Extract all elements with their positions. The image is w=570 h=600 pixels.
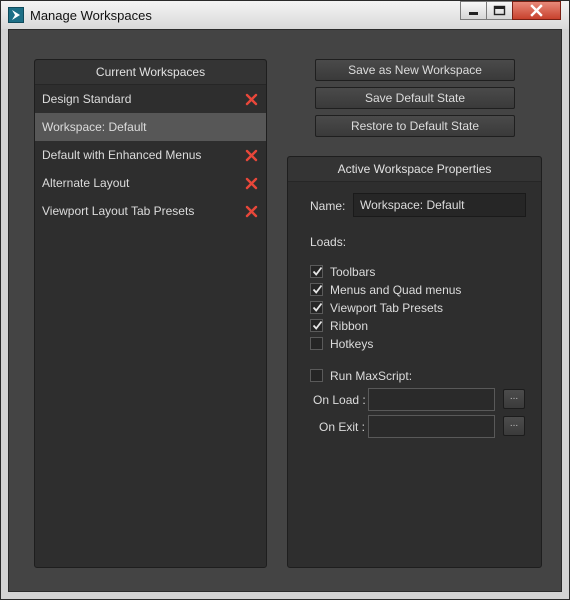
checkmark-icon bbox=[312, 284, 323, 294]
name-label: Name: bbox=[310, 199, 346, 213]
active-workspace-properties-panel: Active Workspace Properties Name: Loads:… bbox=[287, 156, 542, 568]
delete-x-icon[interactable] bbox=[245, 205, 258, 218]
load-option-label: Viewport Tab Presets bbox=[330, 301, 443, 315]
active-workspace-properties-header: Active Workspace Properties bbox=[288, 157, 541, 182]
load-option-checkbox[interactable] bbox=[310, 301, 323, 314]
checkmark-icon bbox=[312, 302, 323, 312]
on-exit-script-input[interactable] bbox=[368, 415, 495, 438]
workspace-list-item[interactable]: Workspace: Default bbox=[35, 113, 266, 141]
workspace-item-label: Alternate Layout bbox=[42, 176, 130, 190]
current-workspaces-panel: Current Workspaces Design Standard Worksp… bbox=[34, 59, 267, 568]
current-workspaces-header: Current Workspaces bbox=[35, 60, 266, 85]
load-option-checkbox[interactable] bbox=[310, 319, 323, 332]
workspace-list-item[interactable]: Alternate Layout bbox=[35, 169, 266, 197]
workspace-item-label: Workspace: Default bbox=[42, 120, 147, 134]
workspace-list-item[interactable]: Viewport Layout Tab Presets bbox=[35, 197, 266, 225]
run-maxscript-checkbox[interactable] bbox=[310, 369, 323, 382]
workspace-list-item[interactable]: Design Standard bbox=[35, 85, 266, 113]
load-option-label: Ribbon bbox=[330, 319, 369, 333]
close-button[interactable] bbox=[512, 1, 561, 20]
run-maxscript-label: Run MaxScript: bbox=[330, 369, 413, 383]
manage-workspaces-window: Manage Workspaces Current Workspaces Des… bbox=[0, 0, 570, 600]
on-load-label: On Load : bbox=[313, 393, 366, 407]
checkmark-icon bbox=[312, 266, 323, 276]
app-logo-icon bbox=[8, 7, 24, 23]
restore-default-state-button[interactable]: Restore to Default State bbox=[315, 115, 515, 137]
workspace-item-label: Default with Enhanced Menus bbox=[42, 148, 202, 162]
minimize-icon bbox=[469, 12, 478, 15]
on-load-browse-button[interactable]: ... bbox=[503, 389, 525, 409]
on-exit-browse-button[interactable]: ... bbox=[503, 416, 525, 436]
maximize-icon bbox=[493, 5, 506, 16]
loads-label: Loads: bbox=[310, 235, 347, 249]
save-default-state-button[interactable]: Save Default State bbox=[315, 87, 515, 109]
delete-x-icon[interactable] bbox=[245, 177, 258, 190]
minimize-button[interactable] bbox=[460, 1, 487, 20]
load-option-checkbox[interactable] bbox=[310, 265, 323, 278]
dialog-body: Current Workspaces Design Standard Worksp… bbox=[8, 29, 562, 592]
workspace-item-label: Design Standard bbox=[42, 92, 132, 106]
title-bar[interactable]: Manage Workspaces bbox=[1, 1, 569, 29]
workspace-item-label: Viewport Layout Tab Presets bbox=[42, 204, 195, 218]
load-option-label: Hotkeys bbox=[330, 337, 374, 351]
delete-x-icon[interactable] bbox=[245, 93, 258, 106]
load-option-checkbox[interactable] bbox=[310, 283, 323, 296]
load-option-checkbox[interactable] bbox=[310, 337, 323, 350]
load-option-label: Menus and Quad menus bbox=[330, 283, 462, 297]
maximize-button[interactable] bbox=[486, 1, 513, 20]
window-title: Manage Workspaces bbox=[30, 8, 152, 23]
workspace-list-item[interactable]: Default with Enhanced Menus bbox=[35, 141, 266, 169]
checkmark-icon bbox=[312, 320, 323, 330]
load-option-label: Toolbars bbox=[330, 265, 376, 279]
close-icon bbox=[530, 4, 543, 17]
window-controls bbox=[460, 1, 561, 21]
delete-x-icon[interactable] bbox=[245, 149, 258, 162]
on-exit-label: On Exit : bbox=[319, 420, 366, 434]
workspace-list: Design Standard Workspace: Default Default… bbox=[35, 85, 266, 225]
on-load-script-input[interactable] bbox=[368, 388, 495, 411]
workspace-name-input[interactable] bbox=[353, 193, 526, 217]
save-as-new-workspace-button[interactable]: Save as New Workspace bbox=[315, 59, 515, 81]
